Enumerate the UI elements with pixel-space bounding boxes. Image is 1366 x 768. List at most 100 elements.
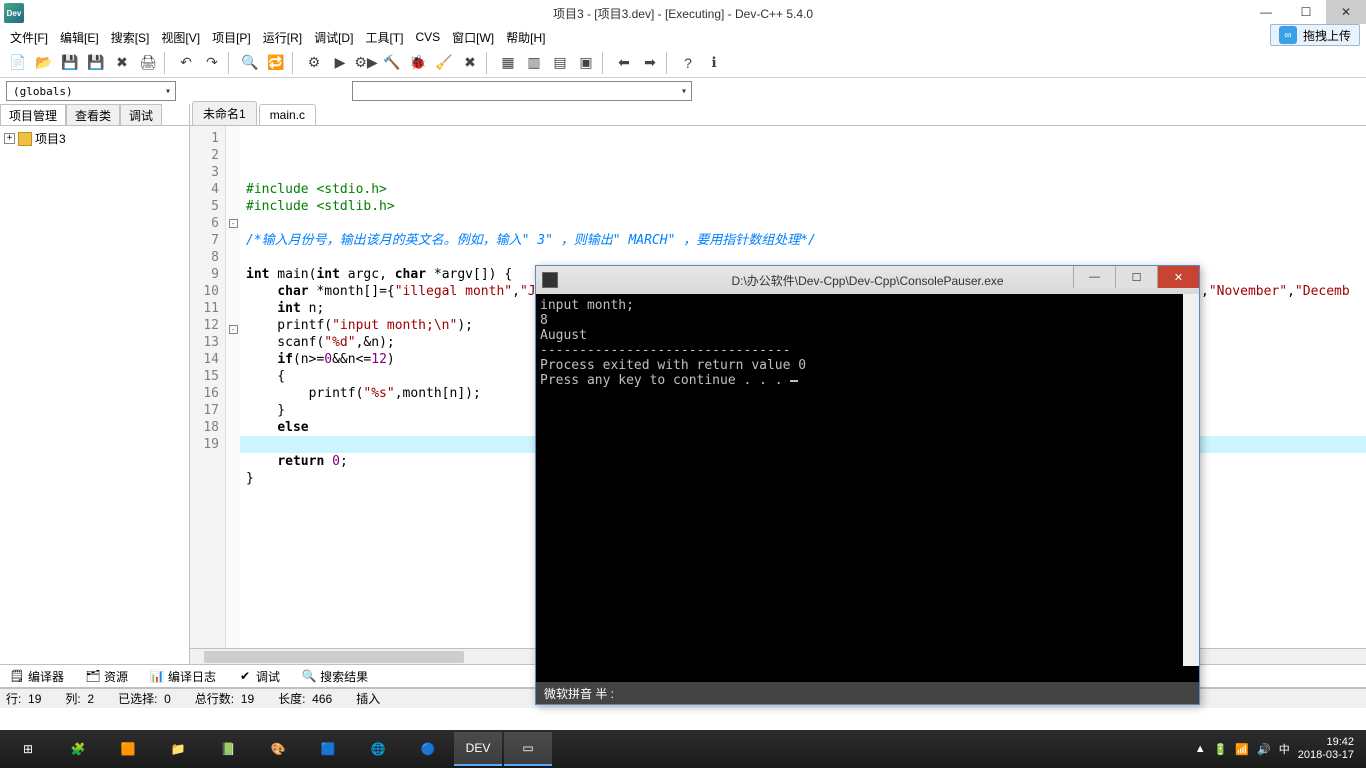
taskbar-console[interactable]: ▭ — [504, 732, 552, 766]
menu-help[interactable]: 帮助[H] — [500, 27, 551, 48]
compile-run-icon[interactable]: ⚙▶ — [354, 51, 378, 75]
taskbar-chrome[interactable]: 🔵 — [404, 732, 452, 766]
members-combo[interactable] — [352, 81, 692, 101]
system-tray[interactable]: ▲ 🔋 📶 🔊 中 19:42 2018-03-17 — [1195, 736, 1362, 762]
status-length: 长度: 466 — [278, 690, 332, 707]
compile-icon[interactable]: ⚙ — [302, 51, 326, 75]
code-line[interactable]: /*输入月份号，输出该月的英文名。例如，输入" 3" ，则输出" MARCH" … — [246, 232, 1360, 249]
console-title-bar[interactable]: D:\办公软件\Dev-Cpp\Dev-Cpp\ConsolePauser.ex… — [536, 266, 1199, 294]
tray-ime[interactable]: 中 — [1279, 741, 1290, 757]
shield-icon — [18, 132, 32, 146]
console-vertical-scrollbar[interactable] — [1183, 294, 1199, 666]
code-line[interactable] — [246, 215, 1360, 232]
taskbar-app[interactable]: 🟦 — [304, 732, 352, 766]
code-line[interactable] — [246, 249, 1360, 266]
taskbar-file-explorer[interactable]: 📁 — [154, 732, 202, 766]
window-controls: — ☐ ✕ — [1246, 0, 1366, 24]
debug-icon[interactable]: 🐞 — [406, 51, 430, 75]
output-tab-search-results[interactable]: 🔍搜索结果 — [296, 666, 374, 687]
tray-icon[interactable]: ▲ — [1195, 743, 1206, 755]
tray-icon[interactable]: 📶 — [1235, 743, 1249, 756]
taskbar-ie[interactable]: 🌐 — [354, 732, 402, 766]
menu-cvs[interactable]: CVS — [409, 28, 446, 46]
new-project-icon[interactable]: ▦ — [496, 51, 520, 75]
tray-clock[interactable]: 19:42 2018-03-17 — [1298, 736, 1354, 762]
tree-expand-icon[interactable]: + — [4, 133, 15, 144]
tray-time: 19:42 — [1298, 736, 1354, 749]
menu-view[interactable]: 视图[V] — [155, 27, 206, 48]
undo-icon[interactable]: ↶ — [174, 51, 198, 75]
console-title: D:\办公软件\Dev-Cpp\Dev-Cpp\ConsolePauser.ex… — [731, 272, 1003, 289]
output-tab-resources[interactable]: 🗂资源 — [80, 666, 134, 687]
console-window[interactable]: D:\办公软件\Dev-Cpp\Dev-Cpp\ConsolePauser.ex… — [535, 265, 1200, 705]
menu-edit[interactable]: 编辑[E] — [54, 27, 105, 48]
tray-icon[interactable]: 🔊 — [1257, 743, 1271, 756]
console-close-button[interactable]: ✕ — [1157, 266, 1199, 288]
close-button[interactable]: ✕ — [1326, 0, 1366, 24]
save-icon[interactable]: 💾 — [58, 51, 82, 75]
goto-icon[interactable]: ▣ — [574, 51, 598, 75]
menu-window[interactable]: 窗口[W] — [446, 27, 500, 48]
file-tab-untitled[interactable]: 未命名1 — [192, 101, 257, 125]
file-tabs: 未命名1 main.c — [190, 104, 1366, 126]
output-tab-debug[interactable]: ✔调试 — [232, 666, 286, 687]
back-icon[interactable]: ⬅ — [612, 51, 636, 75]
run-icon[interactable]: ▶ — [328, 51, 352, 75]
code-line[interactable]: #include <stdlib.h> — [246, 198, 1360, 215]
output-tab-label: 搜索结果 — [320, 668, 368, 685]
minimize-button[interactable]: — — [1246, 0, 1286, 24]
output-tab-compile-log[interactable]: 📊编译日志 — [144, 666, 222, 687]
taskbar-paint[interactable]: 🎨 — [254, 732, 302, 766]
sidebar-tab-debug[interactable]: 调试 — [120, 104, 162, 125]
taskbar-app[interactable]: 📗 — [204, 732, 252, 766]
console-maximize-button[interactable]: ☐ — [1115, 266, 1157, 288]
scope-combo[interactable]: (globals) — [6, 81, 176, 101]
sidebar-tab-class[interactable]: 查看类 — [66, 104, 120, 125]
window-title: 项目3 - [项目3.dev] - [Executing] - Dev-C++ … — [553, 5, 813, 22]
rebuild-icon[interactable]: 🔨 — [380, 51, 404, 75]
forward-icon[interactable]: ➡ — [638, 51, 662, 75]
about-icon[interactable]: ℹ — [702, 51, 726, 75]
file-tab-main-c[interactable]: main.c — [259, 104, 316, 125]
console-minimize-button[interactable]: — — [1073, 266, 1115, 288]
new-file-icon[interactable]: 📄 — [6, 51, 30, 75]
tray-icon[interactable]: 🔋 — [1214, 743, 1228, 756]
taskbar-devcpp[interactable]: DEV — [454, 732, 502, 766]
stop-icon[interactable]: ✖ — [458, 51, 482, 75]
tree-item-project[interactable]: + 项目3 — [4, 130, 185, 147]
menu-project[interactable]: 项目[P] — [206, 27, 257, 48]
menu-search[interactable]: 搜索[S] — [105, 27, 156, 48]
cloud-icon: ∞ — [1279, 26, 1297, 44]
menu-file[interactable]: 文件[F] — [4, 27, 54, 48]
profile-icon[interactable]: 🧹 — [432, 51, 456, 75]
bookmark-icon[interactable]: ▤ — [548, 51, 572, 75]
save-all-icon[interactable]: 💾 — [84, 51, 108, 75]
sidebar-tab-project[interactable]: 项目管理 — [0, 104, 66, 125]
insert-icon[interactable]: ▥ — [522, 51, 546, 75]
redo-icon[interactable]: ↷ — [200, 51, 224, 75]
scrollbar-thumb[interactable] — [204, 651, 464, 663]
console-output[interactable]: input month; 8 August ------------------… — [536, 294, 1199, 682]
menu-debug[interactable]: 调试[D] — [308, 27, 359, 48]
taskbar-app[interactable]: 🧩 — [54, 732, 102, 766]
fold-toggle-icon[interactable]: - — [229, 325, 238, 334]
fold-toggle-icon[interactable]: - — [229, 219, 238, 228]
menu-run[interactable]: 运行[R] — [257, 27, 308, 48]
taskbar-app[interactable]: 🟧 — [104, 732, 152, 766]
close-file-icon[interactable]: ✖ — [110, 51, 134, 75]
output-tab-compiler[interactable]: 🗒编译器 — [4, 666, 70, 687]
output-tab-label: 调试 — [256, 668, 280, 685]
print-icon[interactable]: 🖨 — [136, 51, 160, 75]
find-replace-icon[interactable]: 🔁 — [264, 51, 288, 75]
taskbar: ⊞ 🧩 🟧 📁 📗 🎨 🟦 🌐 🔵 DEV ▭ ▲ 🔋 📶 🔊 中 19:42 … — [0, 730, 1366, 768]
find-icon[interactable]: 🔍 — [238, 51, 262, 75]
output-tab-label: 资源 — [104, 668, 128, 685]
sidebar-tabs: 项目管理 查看类 调试 — [0, 104, 189, 126]
code-line[interactable]: #include <stdio.h> — [246, 181, 1360, 198]
menu-tools[interactable]: 工具[T] — [359, 27, 409, 48]
maximize-button[interactable]: ☐ — [1286, 0, 1326, 24]
taskbar-start-button[interactable]: ⊞ — [4, 732, 52, 766]
upload-button[interactable]: ∞ 拖拽上传 — [1270, 24, 1360, 46]
open-icon[interactable]: 📂 — [32, 51, 56, 75]
help-icon[interactable]: ? — [676, 51, 700, 75]
